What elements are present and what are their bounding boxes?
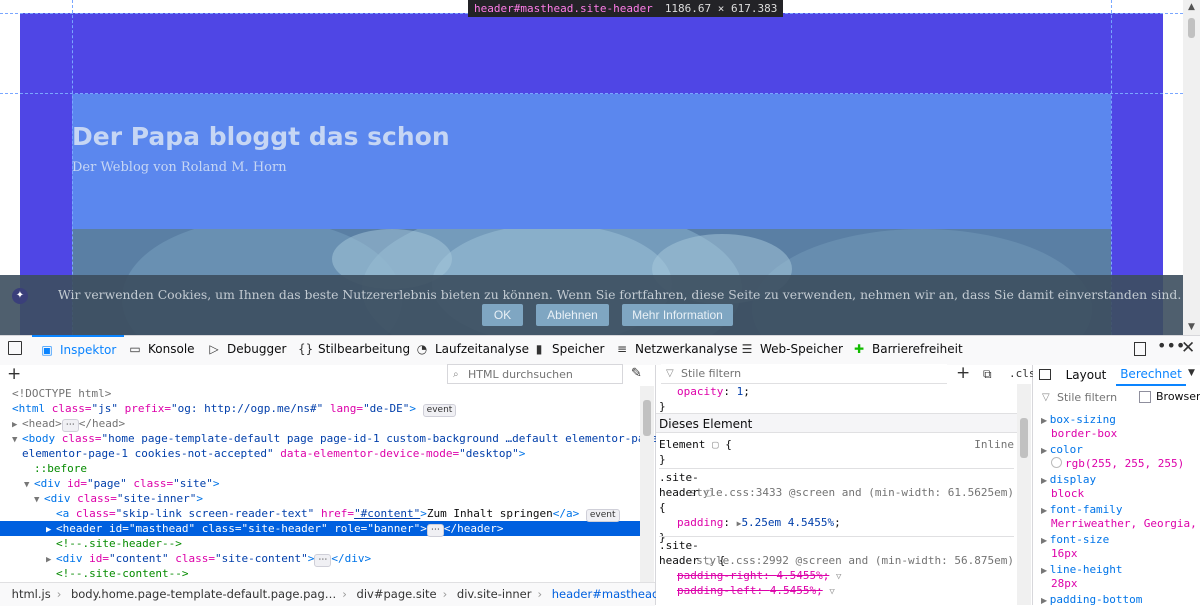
highlighter-dims: 1186.67 × 617.383 — [664, 2, 778, 15]
element-picker-icon[interactable] — [8, 341, 22, 355]
tab-speicher[interactable]: ▮ Speicher — [532, 335, 605, 364]
page-scrollbar[interactable]: ▲ ▼ — [1183, 0, 1200, 335]
tab-konsole[interactable]: ▭ Konsole — [128, 335, 194, 364]
computed-property-list: ▶ box-sizing border-box ▶ color rgb(255, 2… — [1041, 412, 1200, 606]
markup-before-pseudo[interactable]: ::before — [0, 461, 640, 476]
debugger-icon: ▷ — [209, 342, 219, 356]
tab-netzwerkanalyse[interactable]: ≡ Netzwerkanalyse — [615, 335, 738, 364]
performance-icon: ◔ — [416, 342, 428, 356]
tab-barrierefreiheit[interactable]: ✚ Barrierefreiheit — [852, 335, 963, 364]
toggle-pseudo-classes-icon[interactable]: ⧉ — [983, 367, 992, 382]
cookie-decline-button[interactable]: Ablehnen — [536, 304, 609, 326]
computed-prop-row[interactable]: ▶ color rgb(255, 255, 255) — [1041, 442, 1200, 472]
markup-comment-header[interactable]: <!--.site-header--> — [0, 536, 640, 551]
toggle-classes-button[interactable]: .cls — [1009, 367, 1036, 380]
inspector-icon: ▣ — [41, 343, 53, 357]
tab-menu-chevron-icon[interactable]: ▼ — [1188, 368, 1195, 378]
rule-prev-fragment: opacity: 1; } — [659, 385, 750, 413]
rule2-padding-right-decl[interactable]: padding-right: 4.5455%; ▽ — [659, 568, 1014, 583]
breadcrumb-div-page[interactable]: div#page.site — [357, 583, 437, 605]
browser-styles-checkbox[interactable] — [1139, 391, 1151, 403]
tab-berechnet[interactable]: Berechnet — [1116, 364, 1186, 386]
rule2-padding-left-decl[interactable]: padding-left: 4.5455%; ▽ — [659, 583, 1014, 598]
computed-prop-row[interactable]: ▶ box-sizing border-box — [1041, 412, 1200, 442]
rule2-source-link[interactable]: style.css:2992 @screen and (min-width: 5… — [696, 553, 1014, 568]
breadcrumb-html[interactable]: html.js — [12, 583, 51, 605]
markup-body-node[interactable]: ▼ <body class="home page-template-default… — [0, 431, 658, 448]
accessibility-icon: ✚ — [853, 342, 865, 356]
collapse-arrow-icon[interactable]: ▼ — [12, 433, 22, 448]
browser-styles-label: Browser-S — [1156, 390, 1200, 403]
cookie-logo-icon: ✦ — [12, 288, 28, 304]
network-icon: ≡ — [616, 342, 628, 356]
markup-body-node-cont: elementor-page-1 cookies-not-accepted" d… — [22, 447, 526, 460]
markup-doctype: <!DOCTYPE html> — [12, 387, 112, 400]
storage-icon: ☰ — [741, 342, 753, 356]
markup-tree: <!DOCTYPE html> <html class="js" prefix=… — [0, 386, 658, 581]
markup-div-content-node[interactable]: ▶ <div id="content" class="site-content">… — [0, 551, 640, 567]
eyedropper-icon[interactable]: ✎ — [631, 366, 642, 381]
add-rule-icon[interactable]: + — [956, 363, 970, 383]
sidebar-toggle-icon[interactable] — [1039, 369, 1051, 380]
tab-inspektor[interactable]: ▣ Inspektor — [32, 335, 125, 364]
rule1-source-link[interactable]: style.css:3433 @screen and (min-width: 6… — [689, 485, 1014, 500]
scroll-up-icon[interactable]: ▲ — [1186, 2, 1197, 12]
markup-html-node[interactable]: <html class="js" prefix="og: http://ogp.… — [0, 401, 640, 417]
html-search-input[interactable]: ⌕ HTML durchsuchen — [447, 364, 623, 384]
scrollbar-thumb[interactable] — [1188, 18, 1195, 38]
tab-laufzeitanalyse[interactable]: ◔ Laufzeitanalyse — [415, 335, 529, 364]
highlighter-infobar: header#masthead.site-header 1186.67 × 617… — [468, 0, 784, 17]
tab-stilbearbeitung[interactable]: {} Stilbearbeitung — [298, 335, 410, 364]
filter-icon: ▽ — [666, 368, 674, 379]
rule1-padding-decl[interactable]: padding: ▶5.25em 4.5455%; — [659, 515, 1014, 530]
highlighter-tag: header#masthead.site-header — [474, 2, 653, 15]
overridden-filter-icon[interactable]: ▽ — [829, 587, 834, 597]
color-swatch[interactable] — [1051, 457, 1062, 468]
computed-prop-row[interactable]: ▶ font-size 16px — [1041, 532, 1200, 562]
cookie-notice-text: Wir verwenden Cookies, um Ihnen das best… — [58, 287, 1182, 302]
computed-filter-input[interactable]: ▽ Stile filtern — [1037, 388, 1131, 408]
close-devtools-icon[interactable]: ✕ — [1181, 338, 1195, 358]
markup-scrollbar[interactable] — [640, 386, 654, 582]
event-badge[interactable]: event — [422, 404, 457, 417]
tab-debugger[interactable]: ▷ Debugger — [207, 335, 286, 364]
rule-site-header-2992: .site-style.css:2992 @screen and (min-wi… — [659, 536, 1014, 598]
markup-div-page-node[interactable]: ▼ <div id="page" class="site"> — [0, 476, 640, 491]
computed-prop-row[interactable]: ▶ display block — [1041, 472, 1200, 502]
markup-comment-content[interactable]: <!--.site-content--> — [0, 566, 640, 581]
computed-prop-row[interactable]: ▶ font-familyMerriweather, Georgia, se… — [1041, 502, 1200, 532]
highlighter-guide-content — [0, 93, 1183, 94]
rules-section-title: Dieses Element — [656, 413, 1017, 433]
tab-web-speicher[interactable]: ☰ Web-Speicher — [740, 335, 843, 364]
cookie-ok-button[interactable]: OK — [482, 304, 523, 326]
search-icon: ⌕ — [453, 369, 459, 380]
markup-div-inner-node[interactable]: ▼ <div class="site-inner"> — [0, 491, 640, 506]
markup-skip-link-node[interactable]: <a class="skip-link screen-reader-text" … — [0, 506, 640, 522]
computed-prop-row[interactable]: ▶ line-height 28px — [1041, 562, 1200, 592]
overridden-filter-icon[interactable]: ▽ — [836, 572, 841, 582]
tab-layout[interactable]: Layout — [1058, 364, 1114, 386]
breadcrumb-div-inner[interactable]: div.site-inner — [457, 583, 532, 605]
console-icon: ▭ — [129, 342, 141, 356]
rule-site-header-3433: .site-style.css:3433 @screen and (min-wi… — [659, 468, 1014, 545]
style-editor-icon: {} — [298, 342, 314, 356]
cookie-more-info-button[interactable]: Mehr Information — [622, 304, 733, 326]
site-description: Der Weblog von Roland M. Horn — [72, 160, 287, 175]
rules-scrollbar[interactable] — [1017, 384, 1031, 605]
filter-icon: ▽ — [1042, 392, 1050, 403]
add-node-icon[interactable]: + — [7, 364, 21, 384]
computed-prop-row[interactable]: ▶ padding-bottom — [1041, 592, 1200, 606]
breadcrumb-body[interactable]: body.home.page-template-default.page.pag… — [71, 583, 336, 605]
rule-element-inline: Element ▢ {Inline } — [659, 438, 1014, 466]
dock-side-icon[interactable] — [1134, 342, 1146, 356]
breadcrumb: html.js › body.home.page-template-default… — [0, 582, 728, 606]
scroll-down-icon[interactable]: ▼ — [1186, 322, 1197, 332]
markup-header-node-selected[interactable]: ▶ <header id="masthead" class="site-heade… — [0, 521, 640, 537]
rules-filter-input[interactable]: ▽ Stile filtern — [661, 364, 947, 384]
markup-head-node[interactable]: ▶ <head> ⋯ </head> — [0, 416, 640, 432]
site-title[interactable]: Der Papa bloggt das schon — [72, 122, 450, 151]
memory-icon: ▮ — [535, 342, 543, 356]
